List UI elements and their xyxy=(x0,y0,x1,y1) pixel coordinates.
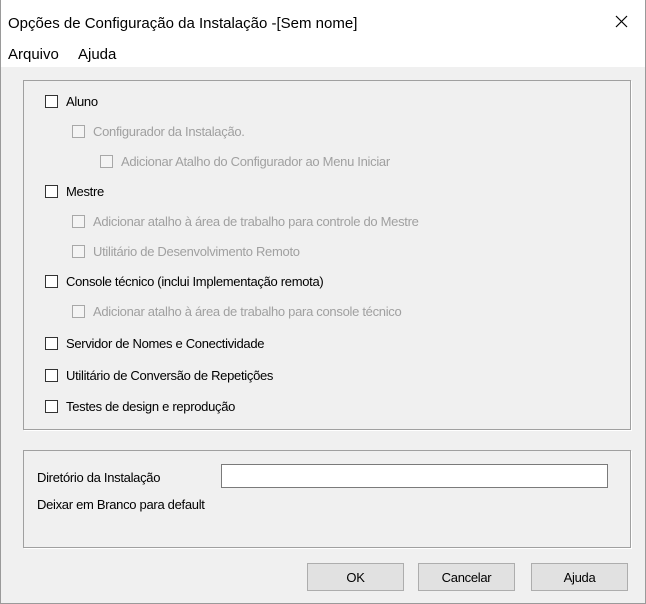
option-configurador-instalacao[interactable]: Configurador da Instalação. xyxy=(72,123,245,139)
title-bar: Opções de Configuração da Instalação -[S… xyxy=(1,0,645,42)
option-label: Utilitário de Conversão de Repetições xyxy=(66,367,274,383)
checkbox[interactable] xyxy=(45,94,58,108)
menu-bar: Arquivo Ajuda xyxy=(1,42,645,67)
dialog-window: Opções de Configuração da Instalação -[S… xyxy=(0,0,646,604)
option-servidor-nomes[interactable]: Servidor de Nomes e Conectividade xyxy=(45,335,265,351)
install-dir-input[interactable] xyxy=(221,464,608,488)
option-atalho-mestre[interactable]: Adicionar atalho à área de trabalho para… xyxy=(72,213,419,229)
checkbox[interactable] xyxy=(45,274,58,288)
install-dir-label: Diretório da Instalação xyxy=(37,470,161,485)
option-label: Configurador da Instalação. xyxy=(93,123,245,139)
option-conversao-repeticoes[interactable]: Utilitário de Conversão de Repetições xyxy=(45,367,273,383)
window-title: Opções de Configuração da Instalação -[S… xyxy=(8,15,358,32)
checkbox[interactable] xyxy=(45,368,58,382)
cancel-button[interactable]: Cancelar xyxy=(418,563,515,591)
option-label: Adicionar Atalho do Configurador ao Menu… xyxy=(121,153,390,169)
option-label: Console técnico (inclui Implementação re… xyxy=(66,273,324,289)
menu-ajuda[interactable]: Ajuda xyxy=(78,46,116,63)
checkbox[interactable] xyxy=(100,154,113,168)
checkbox[interactable] xyxy=(72,244,85,258)
checkbox[interactable] xyxy=(72,124,85,138)
option-label: Testes de design e reprodução xyxy=(66,398,236,414)
checkbox[interactable] xyxy=(72,304,85,318)
option-utilitario-remoto[interactable]: Utilitário de Desenvolvimento Remoto xyxy=(72,243,300,259)
option-aluno[interactable]: Aluno xyxy=(45,93,98,109)
option-label: Servidor de Nomes e Conectividade xyxy=(66,335,265,351)
checkbox[interactable] xyxy=(45,184,58,198)
option-label: Mestre xyxy=(66,183,104,199)
option-testes-design[interactable]: Testes de design e reprodução xyxy=(45,398,235,414)
menu-arquivo[interactable]: Arquivo xyxy=(8,46,59,63)
checkbox[interactable] xyxy=(72,214,85,228)
option-mestre[interactable]: Mestre xyxy=(45,183,104,199)
install-dir-hint: Deixar em Branco para default xyxy=(37,497,205,512)
checkbox[interactable] xyxy=(45,399,58,413)
option-console-tecnico[interactable]: Console técnico (inclui Implementação re… xyxy=(45,273,324,289)
option-label: Utilitário de Desenvolvimento Remoto xyxy=(93,243,300,259)
checkbox[interactable] xyxy=(45,336,58,350)
option-label: Aluno xyxy=(66,93,98,109)
close-button[interactable] xyxy=(599,0,645,42)
option-atalho-console[interactable]: Adicionar atalho à área de trabalho para… xyxy=(72,303,402,319)
help-button[interactable]: Ajuda xyxy=(531,563,628,591)
ok-button[interactable]: OK xyxy=(307,563,404,591)
option-atalho-configurador[interactable]: Adicionar Atalho do Configurador ao Menu… xyxy=(100,153,390,169)
option-label: Adicionar atalho à área de trabalho para… xyxy=(93,213,419,229)
option-label: Adicionar atalho à área de trabalho para… xyxy=(93,303,402,319)
close-icon xyxy=(615,15,628,28)
